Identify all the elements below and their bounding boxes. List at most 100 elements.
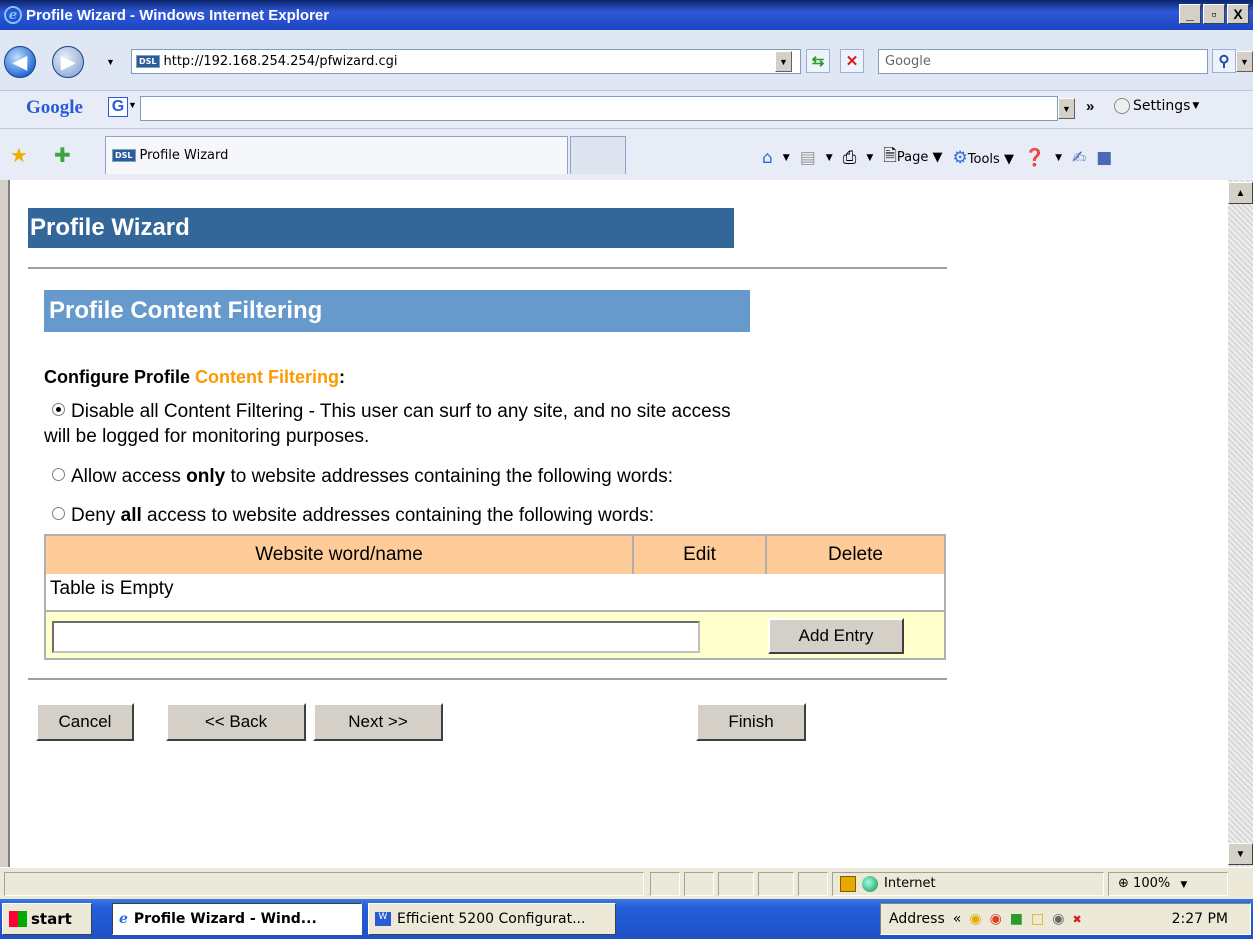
stop-icon[interactable]: ✕	[840, 49, 864, 73]
window-title: Profile Wizard - Windows Internet Explor…	[26, 6, 330, 24]
table-empty-message: Table is Empty	[50, 578, 174, 599]
favorites-star-icon[interactable]: ★	[10, 143, 28, 168]
security-zone-label: Internet	[884, 876, 936, 891]
option-allow-only[interactable]: Allow access only to website addresses c…	[44, 464, 673, 489]
url-text: http://192.168.254.254/pfwizard.cgi	[163, 54, 398, 69]
zoom-dropdown-icon: ▼	[1180, 880, 1188, 890]
google-g-dropdown-icon[interactable]: ▼	[128, 100, 137, 110]
vertical-scrollbar[interactable]	[1228, 180, 1253, 867]
back-button[interactable]: << Back	[166, 703, 306, 741]
feeds-icon[interactable]: ▤	[800, 148, 816, 168]
tab-favicon-icon: DSL	[112, 149, 136, 162]
address-toolbar-label[interactable]: Address	[889, 911, 945, 927]
new-entry-row: Add Entry	[46, 610, 944, 658]
tray-clock[interactable]: 2:27 PM	[1172, 911, 1228, 927]
tray-folder-icon[interactable]: □	[1031, 911, 1044, 927]
help-dropdown-icon[interactable]: ▼	[1055, 153, 1062, 163]
status-segment	[684, 872, 714, 896]
settings-dropdown-icon: ▼	[1192, 101, 1200, 111]
tray-mx-icon[interactable]: ✖	[1072, 913, 1081, 926]
messenger-icon[interactable]: ■	[1096, 148, 1112, 168]
back-nav-icon[interactable]: ◀	[4, 46, 36, 78]
status-message-segment	[4, 872, 644, 896]
add-entry-button[interactable]: Add Entry	[768, 618, 904, 654]
radio-allow-only[interactable]	[52, 468, 65, 481]
window-title-bar[interactable]: e Profile Wizard - Windows Internet Expl…	[0, 0, 1253, 30]
taskbar-item-efficient-config[interactable]: W Efficient 5200 Configurat...	[368, 903, 616, 935]
col-header-delete: Delete	[767, 536, 944, 574]
add-favorites-icon[interactable]: ✚	[54, 143, 71, 168]
finish-button[interactable]: Finish	[696, 703, 806, 741]
tab-profile-wizard[interactable]: DSL Profile Wizard	[105, 136, 568, 174]
tray-volume-icon[interactable]: ◉	[1052, 911, 1064, 927]
start-button[interactable]: start	[2, 903, 92, 935]
minimize-button[interactable]: _	[1179, 4, 1201, 24]
google-logo[interactable]: Google	[26, 97, 83, 119]
close-button[interactable]: X	[1227, 4, 1249, 24]
page-title: Profile Wizard	[28, 208, 734, 248]
home-dropdown-icon[interactable]: ▼	[783, 153, 790, 163]
url-dropdown-icon[interactable]: ▼	[775, 51, 792, 72]
radio-disable[interactable]	[52, 403, 65, 416]
page-icon: 🗎	[883, 146, 897, 166]
google-g-icon[interactable]: G	[108, 97, 128, 117]
status-segment	[798, 872, 828, 896]
next-button[interactable]: Next >>	[313, 703, 443, 741]
website-word-input[interactable]	[52, 621, 700, 653]
radio-deny-all[interactable]	[52, 507, 65, 520]
search-icon[interactable]: ⚲	[1212, 49, 1236, 73]
google-search-dropdown-icon[interactable]: ▼	[1058, 98, 1075, 119]
ie-logo-icon: e	[4, 6, 22, 24]
scroll-up-icon[interactable]: ▲	[1228, 182, 1253, 204]
settings-icon	[1114, 98, 1130, 114]
print-dropdown-icon[interactable]: ▼	[866, 153, 873, 163]
option-disable-filtering[interactable]: Disable all Content Filtering - This use…	[44, 399, 731, 449]
print-icon[interactable]: ⎙	[843, 148, 857, 168]
scroll-down-icon[interactable]: ▼	[1228, 843, 1253, 865]
section-title: Profile Content Filtering	[44, 290, 750, 332]
help-icon[interactable]: ❓	[1024, 148, 1045, 168]
tab-label: Profile Wizard	[139, 148, 229, 163]
tray-app-icon[interactable]: ◉	[990, 911, 1002, 927]
ie-task-icon: e	[119, 911, 128, 927]
new-tab-button[interactable]	[570, 136, 626, 174]
col-header-edit: Edit	[634, 536, 767, 574]
tray-network-icon[interactable]: ■	[1010, 911, 1023, 927]
maximize-button[interactable]: ▫	[1203, 4, 1225, 24]
status-segment	[718, 872, 754, 896]
settings-button[interactable]: Settings ▼	[1114, 98, 1199, 114]
refresh-icon[interactable]: ⇆	[806, 49, 830, 73]
status-segment	[758, 872, 794, 896]
search-input[interactable]: Google	[878, 49, 1208, 74]
security-shield-icon[interactable]: ◉	[969, 911, 981, 927]
system-tray: Address « ◉ ◉ ■ □ ◉ ✖ 2:27 PM	[880, 903, 1251, 935]
tools-gear-icon: ⚙	[952, 147, 968, 168]
feeds-dropdown-icon[interactable]: ▼	[826, 153, 833, 163]
more-chevron-icon[interactable]: »	[1086, 98, 1094, 115]
zoom-level: ⊕ 100% ▼	[1118, 876, 1188, 891]
cancel-button[interactable]: Cancel	[36, 703, 134, 741]
history-dropdown-icon[interactable]: ▼	[102, 51, 119, 72]
url-input[interactable]: DSL http://192.168.254.254/pfwizard.cgi	[131, 49, 801, 74]
windows-flag-icon	[9, 911, 27, 927]
google-search-input[interactable]	[140, 96, 1058, 121]
configure-highlight: Content Filtering	[195, 367, 339, 387]
col-header-website: Website word/name	[46, 536, 634, 574]
status-segment	[650, 872, 680, 896]
divider-top	[28, 267, 947, 269]
tray-expand-icon[interactable]: «	[953, 911, 962, 927]
option-deny-all[interactable]: Deny all access to website addresses con…	[44, 503, 654, 528]
internet-globe-icon	[862, 876, 878, 892]
website-words-table: Website word/name Edit Delete Table is E…	[44, 534, 946, 660]
taskbar-item-profile-wizard[interactable]: e Profile Wizard - Wind...	[112, 903, 362, 935]
tools-menu-button[interactable]: ⚙Tools ▼	[953, 148, 1014, 168]
zoom-icon: ⊕	[1118, 876, 1129, 891]
forward-nav-icon[interactable]: ▶	[52, 46, 84, 78]
search-options-dropdown-icon[interactable]: ▼	[1236, 51, 1253, 72]
page-menu-button[interactable]: 🗎Page ▼	[883, 143, 942, 172]
research-icon[interactable]: ✍	[1072, 148, 1086, 168]
divider-bottom	[28, 678, 947, 680]
word-doc-icon: W	[375, 912, 391, 926]
search-placeholder: Google	[885, 54, 931, 69]
home-icon[interactable]: ⌂	[762, 148, 773, 168]
